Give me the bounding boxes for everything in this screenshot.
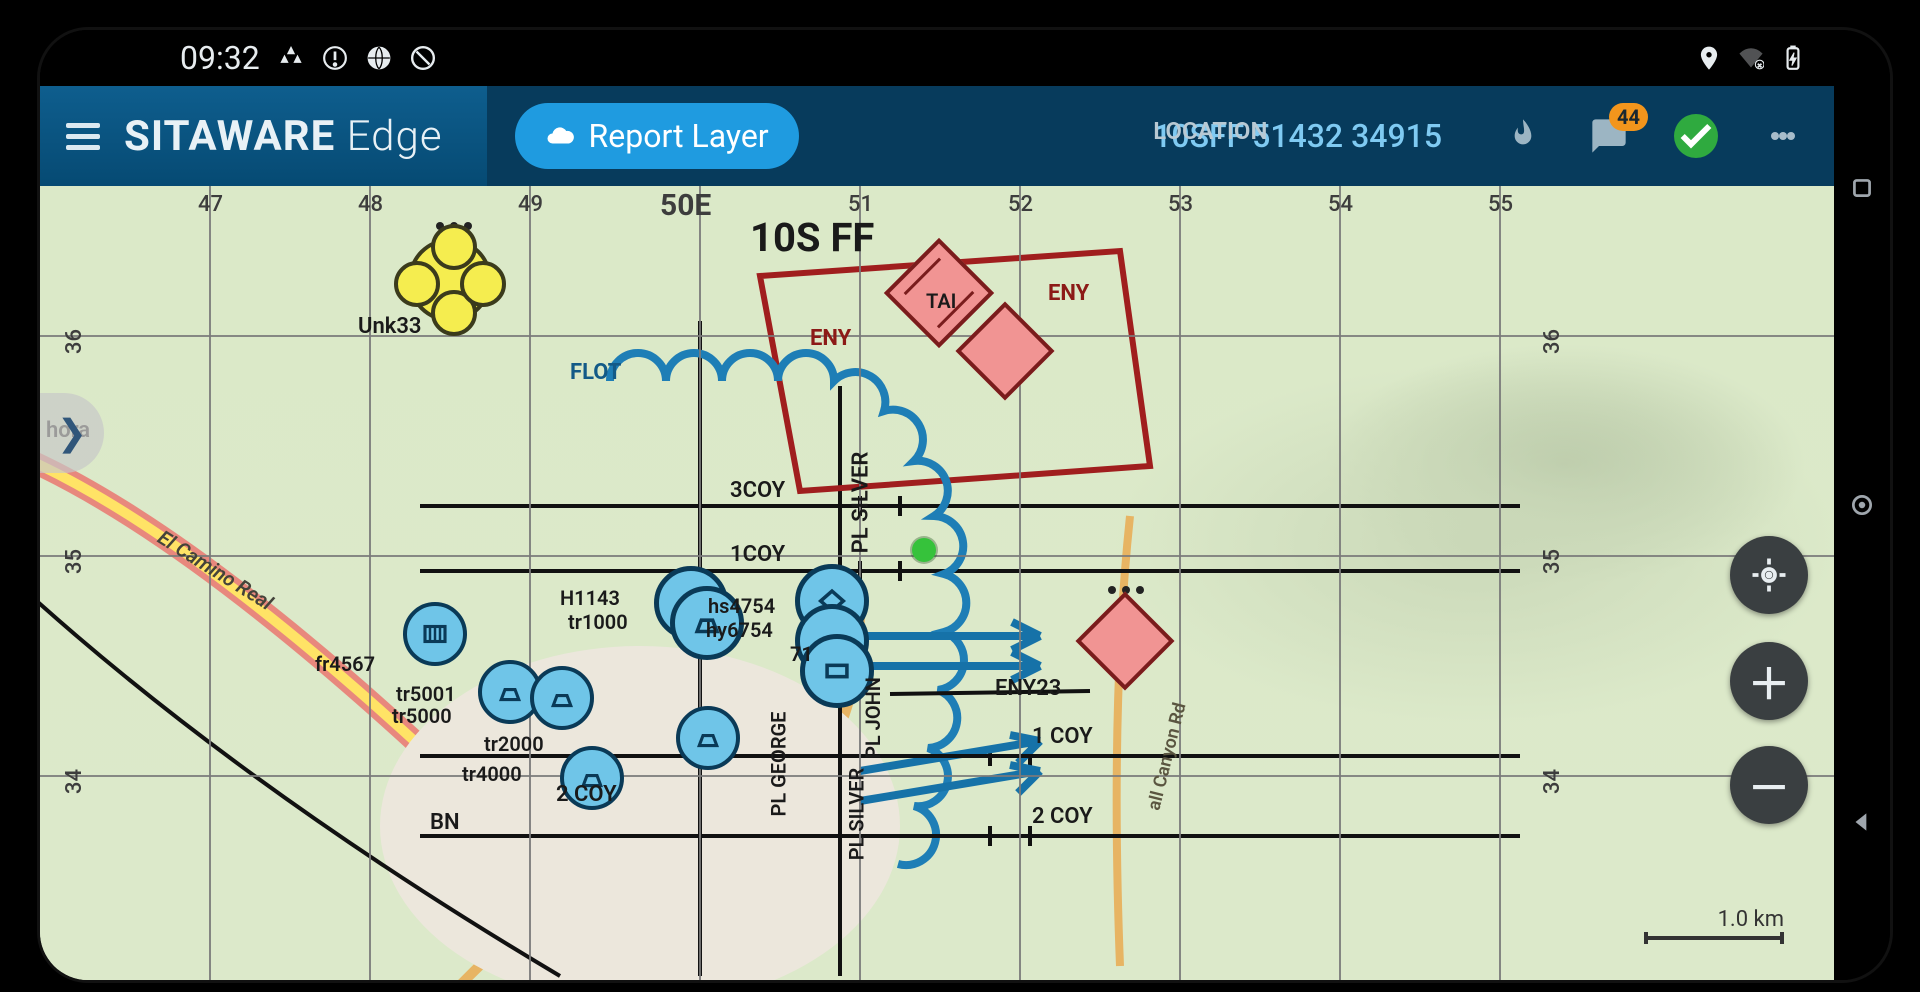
battery-icon [1780,45,1806,71]
phase-line-label: PL JOHN [861,677,885,759]
unit-friendly[interactable] [676,706,740,770]
location-readout[interactable]: LOCATION 10SFF 51432 34915 [1153,116,1502,156]
eny-label: ENY [810,326,851,351]
wifi-icon: × [1738,45,1764,71]
grid-col: 52 [1008,192,1033,217]
notification-icon-1 [278,45,304,71]
brand-label: SITAWARE Edge [124,112,443,161]
tablet-frame: 09:32 × SITAWARE Edge [40,30,1890,980]
grid-row: 35 [1540,549,1565,574]
boundary-label: 1COY [730,542,785,567]
unit-id: tr4000 [462,762,522,786]
unit-id: H1143 [560,586,620,610]
unit-id: hy6754 [706,618,773,642]
unit-id: 71 [790,642,813,666]
status-bar: 09:32 × [40,30,1834,86]
location-label: LOCATION [1153,116,1267,146]
tai-label: TAI [926,289,956,313]
scale-label: 1.0 km [1718,907,1784,932]
dnd-icon [410,45,436,71]
grid-col: 55 [1488,192,1513,217]
grid-col: 48 [358,192,383,217]
grid-easting-center: 50E [660,188,711,223]
grid-col: 54 [1328,192,1353,217]
svg-text:×: × [1758,61,1762,70]
chat-badge: 44 [1609,103,1648,131]
cloud-icon [545,121,575,151]
phase-line-label: PL SILVER [844,768,868,861]
app-bar: SITAWARE Edge Report Layer LOCATION 10SF… [40,86,1834,186]
location-icon [1696,45,1722,71]
nav-home-button[interactable] [1848,491,1876,519]
android-nav-bar [1834,30,1890,980]
globe-icon [366,45,392,71]
grid-col: 53 [1168,192,1193,217]
boundary-label: 2 COY [556,782,617,807]
unit-unknown[interactable] [408,238,492,322]
brand-box: SITAWARE Edge [40,86,487,186]
unit-id: tr5001 [396,682,456,706]
boundary-label: BN [430,810,460,835]
grid-row: 36 [62,329,87,354]
unit-id: tr1000 [568,610,628,634]
unit-friendly[interactable] [530,666,594,730]
unit-label: Unk33 [358,314,422,339]
status-time: 09:32 [180,39,260,77]
boundary-label: 3COY [730,478,785,503]
report-layer-label: Report Layer [589,117,769,155]
screen: 09:32 × SITAWARE Edge [40,30,1834,980]
grid-col: 49 [518,192,543,217]
phase-line-label: PL SILVER [848,452,873,554]
unit-friendly[interactable] [403,602,467,666]
grid-row: 34 [62,769,87,794]
grid-row: 34 [1540,769,1565,794]
map-canvas[interactable]: 47 48 49 50E 51 52 53 54 55 36 35 34 36 … [40,186,1834,980]
alert-icon [322,45,348,71]
own-position-dot [912,538,936,562]
page-root: 09:32 × SITAWARE Edge [0,0,1920,992]
chat-icon[interactable]: 44 [1588,115,1630,157]
flot-label: FLOT [570,360,621,385]
grid-row: 35 [62,549,87,574]
unit-id: tr5000 [392,704,452,728]
unit-id: tr2000 [484,732,544,756]
phase-line-label: PL GEORGE [766,712,790,817]
zoom-out-button[interactable]: － [1730,746,1808,824]
status-ok-icon[interactable] [1674,114,1718,158]
grid-col: 47 [198,192,223,217]
grid-zone-label: 10S FF [750,214,874,261]
nav-recent-button[interactable] [1848,174,1876,202]
grid-row: 36 [1540,329,1565,354]
eny23-label: ENY23 [995,676,1061,701]
report-layer-button[interactable]: Report Layer [515,103,799,169]
unit-id: fr4567 [315,652,375,676]
locate-me-button[interactable] [1730,536,1808,614]
zoom-in-button[interactable]: ＋ [1730,642,1808,720]
unit-id: hs4754 [708,594,775,618]
scale-bar: 1.0 km [1644,907,1784,940]
fire-icon[interactable] [1502,115,1544,157]
hamburger-menu-button[interactable] [66,117,100,156]
nav-back-button[interactable] [1848,808,1876,836]
more-menu-button[interactable] [1762,115,1804,157]
eny-label: ENY [1048,281,1089,306]
boundary-label: 2 COY [1032,804,1093,829]
boundary-label: 1 COY [1032,724,1093,749]
